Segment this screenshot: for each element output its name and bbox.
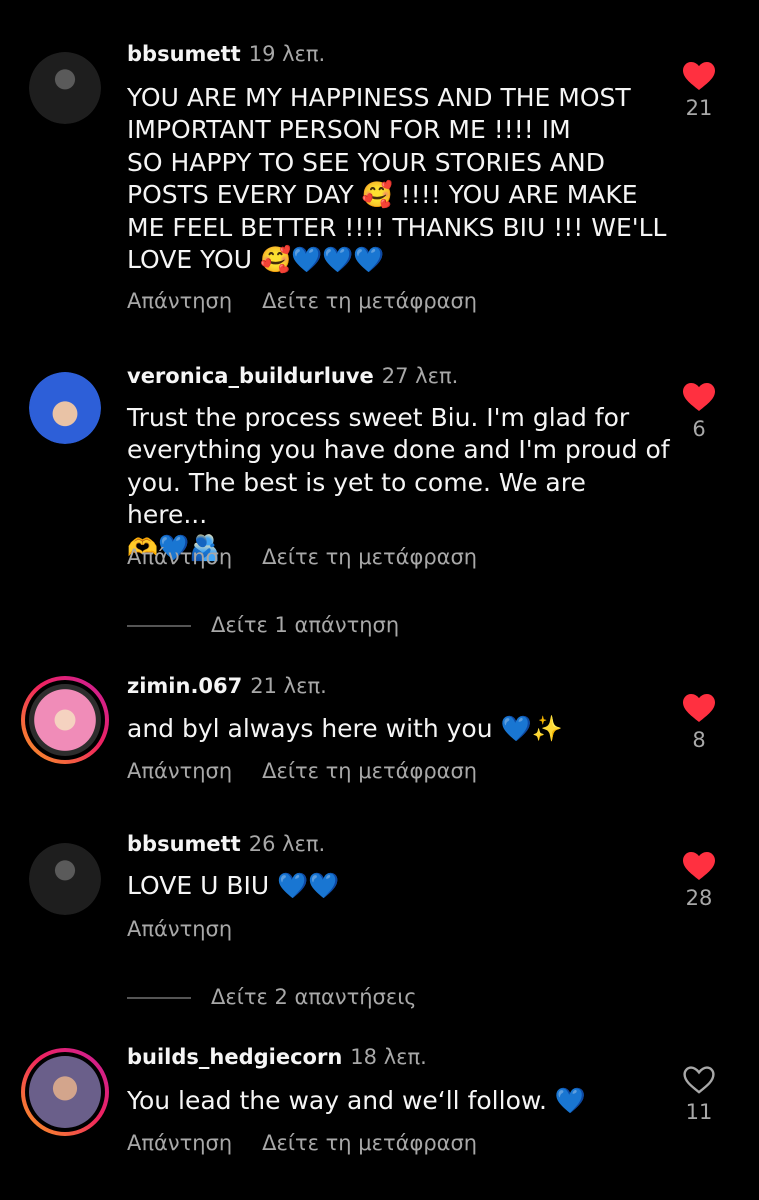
comment-time: 18 λεπ.: [350, 1045, 427, 1069]
see-translation-button[interactable]: Δείτε τη μετάφραση: [262, 1131, 477, 1155]
username[interactable]: veronica_buildurluve: [127, 364, 374, 388]
see-translation-button[interactable]: Δείτε τη μετάφραση: [262, 545, 477, 569]
comment-text: You lead the way and we‘ll follow. 💙: [127, 1086, 587, 1115]
comments-list: bbsumett 19 λεπ. YOU ARE MY HAPPINESS AND…: [0, 0, 759, 1200]
comment-text: LOVE U BIU 💙💙: [127, 871, 340, 900]
username[interactable]: bbsumett: [127, 42, 241, 66]
comment-time: 19 λεπ.: [248, 42, 326, 66]
avatar[interactable]: [29, 372, 101, 444]
like-button[interactable]: 28: [676, 852, 722, 910]
heart-filled-icon: [683, 383, 715, 411]
like-button[interactable]: 6: [676, 383, 722, 441]
like-button[interactable]: 21: [676, 62, 722, 120]
reply-button[interactable]: Απάντηση: [127, 289, 232, 313]
view-replies-label: Δείτε 2 απαντήσεις: [211, 985, 417, 1009]
like-count: 11: [685, 1100, 713, 1124]
avatar-image: [29, 372, 101, 444]
comment-header: bbsumett 26 λεπ.: [127, 832, 325, 856]
like-count: 6: [692, 417, 706, 441]
like-count: 28: [685, 886, 713, 910]
comment-text: YOU ARE MY HAPPINESS AND THE MOST IMPORT…: [127, 83, 667, 275]
like-count: 8: [692, 728, 706, 752]
divider-line: [127, 997, 191, 999]
username[interactable]: bbsumett: [127, 832, 241, 856]
reply-button[interactable]: Απάντηση: [127, 917, 232, 941]
like-button[interactable]: 8: [676, 694, 722, 752]
heart-filled-icon: [683, 852, 715, 880]
comment-actions: Απάντηση Δείτε τη μετάφραση: [127, 759, 477, 783]
comment-time: 26 λεπ.: [248, 832, 326, 856]
username[interactable]: zimin.067: [127, 674, 242, 698]
comment-text: Trust the process sweet Biu. I'm glad fo…: [127, 403, 670, 562]
view-replies-button[interactable]: Δείτε 2 απαντήσεις: [127, 985, 417, 1009]
avatar-ring-gap: [25, 1052, 105, 1132]
comment-actions: Απάντηση Δείτε τη μετάφραση: [127, 545, 477, 569]
heart-filled-icon: [683, 694, 715, 722]
view-replies-button[interactable]: Δείτε 1 απάντηση: [127, 613, 399, 637]
like-count: 21: [685, 96, 713, 120]
divider-line: [127, 625, 191, 627]
comment-header: zimin.067 21 λεπ.: [127, 674, 327, 698]
like-button[interactable]: 11: [676, 1066, 722, 1124]
view-replies-label: Δείτε 1 απάντηση: [211, 613, 400, 637]
see-translation-button[interactable]: Δείτε τη μετάφραση: [262, 759, 477, 783]
comment-actions: Απάντηση: [127, 917, 232, 941]
avatar-image: [29, 843, 101, 915]
avatar-ring-gap: [25, 680, 105, 760]
avatar-image: [29, 1056, 101, 1128]
reply-button[interactable]: Απάντηση: [127, 759, 232, 783]
avatar-story-ring[interactable]: [21, 1048, 109, 1136]
comment-actions: Απάντηση Δείτε τη μετάφραση: [127, 289, 477, 313]
avatar[interactable]: [29, 52, 101, 124]
comment-actions: Απάντηση Δείτε τη μετάφραση: [127, 1131, 477, 1155]
username[interactable]: builds_hedgiecorn: [127, 1045, 342, 1069]
avatar-image: [29, 684, 101, 756]
comment-header: builds_hedgiecorn 18 λεπ.: [127, 1045, 427, 1069]
comment-time: 27 λεπ.: [381, 364, 459, 388]
comment-header: veronica_buildurluve 27 λεπ.: [127, 364, 458, 388]
reply-button[interactable]: Απάντηση: [127, 1131, 232, 1155]
comment-text: and byl always here with you 💙✨: [127, 714, 563, 743]
heart-outline-icon: [683, 1066, 715, 1094]
reply-button[interactable]: Απάντηση: [127, 545, 232, 569]
see-translation-button[interactable]: Δείτε τη μετάφραση: [262, 289, 477, 313]
heart-filled-icon: [683, 62, 715, 90]
avatar-story-ring[interactable]: [21, 676, 109, 764]
comment-time: 21 λεπ.: [250, 674, 327, 698]
avatar-image: [29, 52, 101, 124]
avatar[interactable]: [29, 843, 101, 915]
comment-header: bbsumett 19 λεπ.: [127, 42, 325, 66]
